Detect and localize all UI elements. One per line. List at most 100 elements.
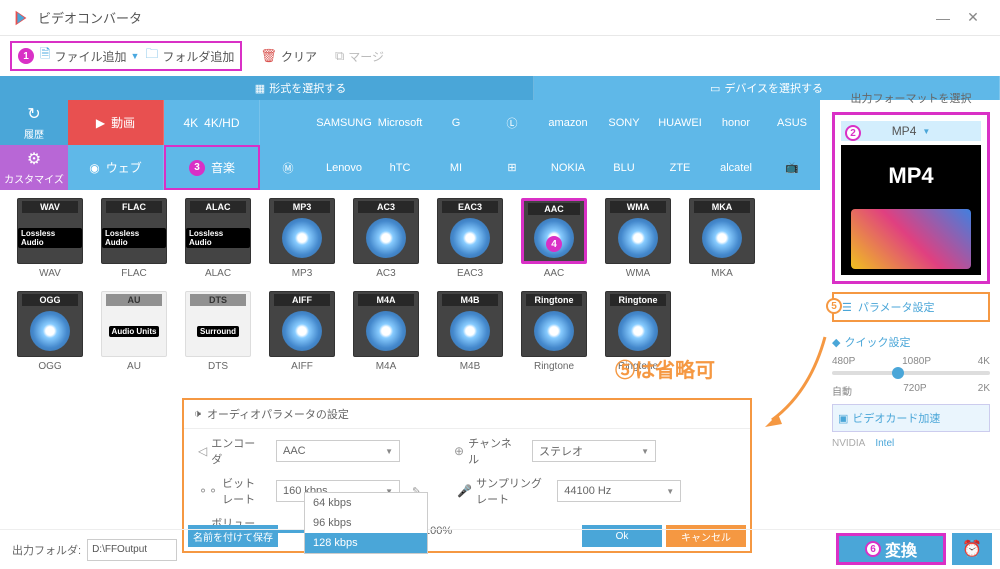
brand-xiaomi[interactable]: MI — [428, 145, 484, 190]
brand-htc[interactable]: hTC — [372, 145, 428, 190]
sidebar: ↻ 履歴 ⚙ カスタマイズ — [0, 100, 68, 190]
brand-blu[interactable]: BLU — [596, 145, 652, 190]
cat-music[interactable]: 3 音楽 — [164, 145, 260, 190]
parameter-settings-button[interactable]: 5 ☰ パラメータ設定 — [832, 292, 990, 322]
category-panel: ▶動画 4K4K/HD SAMSUNG Microsoft G Ⓛ amazon… — [68, 100, 820, 190]
format-card-dts[interactable]: DTSSurroundDTS — [182, 291, 254, 372]
minimize-button[interactable]: — — [928, 10, 958, 26]
format-card-wma[interactable]: WMAWMA — [602, 198, 674, 279]
dialog-header: 🕩 オーディオパラメータの設定 — [184, 400, 750, 429]
gpu-accel-button[interactable]: ▣ビデオカード加速 — [832, 404, 990, 432]
quality-slider[interactable] — [832, 371, 990, 375]
brand-google[interactable]: G — [428, 100, 484, 145]
format-card-eac3[interactable]: EAC3EAC3 — [434, 198, 506, 279]
alarm-icon: ⏰ — [962, 539, 982, 559]
output-preview[interactable]: 2 MP4 ▼ MP4 — [832, 112, 990, 284]
output-folder-label: 出力フォルダ: — [12, 542, 81, 558]
bitrate-option[interactable]: 96 kbps — [305, 513, 427, 533]
titlebar: ビデオコンバータ — ✕ — [0, 0, 1000, 36]
history-icon: ↻ — [27, 104, 40, 124]
format-card-ringtone[interactable]: RingtoneRingtone — [518, 291, 590, 372]
annotation-badge-6: 6 — [865, 541, 881, 557]
channel-icon: ⊕ — [454, 444, 464, 458]
trash-icon: 🗑 — [260, 48, 277, 64]
brand-huawei[interactable]: HUAWEI — [652, 100, 708, 145]
format-card-ac3[interactable]: AC3AC3 — [350, 198, 422, 279]
cat-web[interactable]: ◉ウェブ — [68, 145, 164, 190]
output-format-title: 出力フォーマットを選択 — [832, 90, 990, 106]
gpu-vendors: NVIDIA Intel — [832, 438, 990, 449]
format-card-m4b[interactable]: M4BM4B — [434, 291, 506, 372]
schedule-button[interactable]: ⏰ — [952, 533, 992, 565]
encoder-select[interactable]: AAC▼ — [276, 440, 400, 462]
format-card-aiff[interactable]: AIFFAIFF — [266, 291, 338, 372]
brand-honor[interactable]: honor — [708, 100, 764, 145]
format-card-mka[interactable]: MKAMKA — [686, 198, 758, 279]
format-grid: WAVLossless AudioWAVFLACLossless AudioFL… — [14, 198, 818, 372]
close-button[interactable]: ✕ — [958, 9, 988, 26]
merge-button[interactable]: ⧉ マージ — [335, 48, 384, 65]
brand-zte[interactable]: ZTE — [652, 145, 708, 190]
brand-alcatel[interactable]: alcatel — [708, 145, 764, 190]
device-icon: ▭ — [710, 82, 720, 95]
brand-motorola[interactable]: Ⓜ — [260, 145, 316, 190]
annotation-badge-3: 3 — [189, 160, 205, 176]
chrome-icon: ◉ — [89, 161, 99, 175]
brand-sony[interactable]: SONY — [596, 100, 652, 145]
channel-select[interactable]: ステレオ▼ — [532, 440, 656, 462]
add-folder-button[interactable]: 🗀 フォルダ追加 — [145, 45, 234, 67]
format-card-flac[interactable]: FLACLossless AudioFLAC — [98, 198, 170, 279]
brand-samsung[interactable]: SAMSUNG — [316, 100, 372, 145]
bitrate-option[interactable]: 128 kbps — [305, 533, 427, 553]
tab-format[interactable]: ▦形式を選択する — [68, 76, 534, 100]
output-folder-path[interactable]: D:\FFOutput — [87, 539, 177, 561]
format-card-au[interactable]: AUAudio UnitsAU — [98, 291, 170, 372]
annotation-badge-2: 2 — [845, 125, 861, 141]
chip-icon: ▣ — [838, 412, 848, 425]
encoder-icon: ◁ — [198, 444, 207, 458]
sidebar-history[interactable]: ↻ 履歴 — [0, 100, 68, 145]
brand-oneplus[interactable]: ⊞ — [484, 145, 540, 190]
oneplus-icon: ⊞ — [507, 161, 516, 174]
brand-amazon[interactable]: amazon — [540, 100, 596, 145]
sliders-icon: ☰ — [842, 301, 852, 314]
annotation-badge-1: 1 — [18, 48, 34, 64]
brand-asus[interactable]: ASUS — [764, 100, 820, 145]
grid-icon: ▦ — [255, 82, 265, 95]
toolbar: 1 🗎 ファイル追加 ▼ 🗀 フォルダ追加 🗑 クリア ⧉ マージ — [0, 36, 1000, 76]
folder-icon: 🗀 — [145, 45, 158, 67]
brand-lg[interactable]: Ⓛ — [484, 100, 540, 145]
format-card-ogg[interactable]: OGGOGG — [14, 291, 86, 372]
brand-apple[interactable] — [260, 100, 316, 145]
brand-microsoft[interactable]: Microsoft — [372, 100, 428, 145]
quick-settings-title: ◆クイック設定 — [832, 334, 990, 350]
tv-icon: 📺 — [785, 161, 799, 174]
add-file-button[interactable]: 🗎 ファイル追加 ▼ — [40, 45, 139, 67]
sidebar-customize[interactable]: ⚙ カスタマイズ — [0, 145, 68, 190]
annotation-badge-4: 4 — [546, 236, 562, 252]
cat-video[interactable]: ▶動画 — [68, 100, 164, 145]
nvidia-label: NVIDIA — [832, 438, 865, 449]
brand-tv[interactable]: 📺 — [764, 145, 820, 190]
dialog-title: オーディオパラメータの設定 — [207, 406, 349, 422]
format-card-aac[interactable]: AACAAC4 — [518, 198, 590, 279]
samplerate-select[interactable]: 44100 Hz▼ — [557, 480, 681, 502]
cat-4k[interactable]: 4K4K/HD — [164, 100, 260, 145]
file-icon: 🗎 — [40, 45, 50, 67]
brand-lenovo[interactable]: Lenovo — [316, 145, 372, 190]
convert-button[interactable]: 6 変換 — [836, 533, 946, 565]
annotation-note: ⑤は省略可 — [615, 354, 715, 383]
bitrate-option[interactable]: 64 kbps — [305, 493, 427, 513]
format-card-m4a[interactable]: M4AM4A — [350, 291, 422, 372]
format-card-mp3[interactable]: MP3MP3 — [266, 198, 338, 279]
brand-row-1: SAMSUNG Microsoft G Ⓛ amazon SONY HUAWEI… — [260, 100, 820, 145]
brand-nokia[interactable]: NOKIA — [540, 145, 596, 190]
bitrate-icon: ⚬⚬ — [198, 484, 218, 498]
output-format-selector[interactable]: MP4 ▼ — [841, 121, 981, 141]
format-card-alac[interactable]: ALACLossless AudioALAC — [182, 198, 254, 279]
format-card-wav[interactable]: WAVLossless AudioWAV — [14, 198, 86, 279]
chevron-down-icon: ▼ — [922, 127, 930, 136]
clear-button[interactable]: 🗑 クリア — [260, 48, 317, 65]
right-panel: 出力フォーマットを選択 2 MP4 ▼ MP4 5 ☰ パラメータ設定 ◆クイッ… — [826, 84, 996, 455]
motorola-icon: Ⓜ — [283, 160, 294, 176]
